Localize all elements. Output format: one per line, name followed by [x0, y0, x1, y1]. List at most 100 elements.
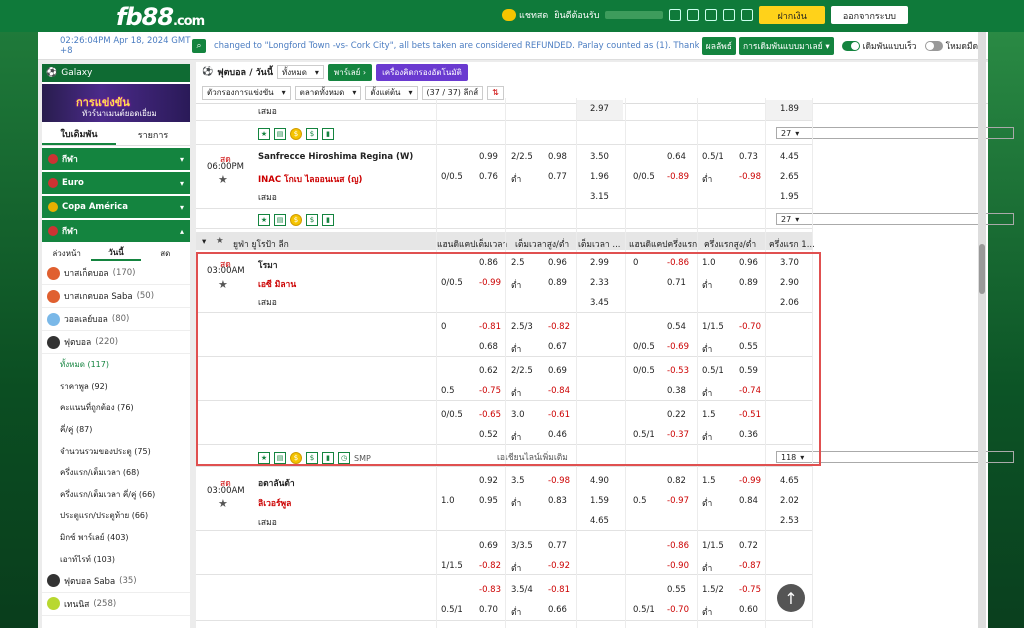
odds-cell[interactable]: 0/0.5 — [633, 366, 655, 376]
odds-cell[interactable]: ต่ำ — [702, 342, 712, 356]
submenu-item[interactable]: คะแนนที่ถูกต้อง (76) — [42, 397, 190, 419]
odds-cell[interactable]: 1/1.5 — [702, 322, 724, 332]
odds-cell[interactable]: 0/0.5 — [633, 342, 655, 352]
odds-cell[interactable]: -0.86 — [667, 258, 689, 268]
coin-icon[interactable]: $ — [290, 214, 302, 226]
odds-cell[interactable]: 2.65 — [780, 172, 799, 182]
odds-cell[interactable]: 0.5 — [441, 386, 455, 396]
odds-cell[interactable]: 0.77 — [548, 172, 567, 182]
odds-cell[interactable]: -0.92 — [548, 561, 570, 571]
fast-bet-toggle[interactable]: เดิมพันแบบเร็ว — [841, 39, 917, 53]
odds-cell[interactable]: -0.89 — [667, 172, 689, 182]
odds-cell[interactable]: -0.53 — [667, 366, 689, 376]
odds-cell[interactable]: ต่ำ — [702, 605, 712, 619]
odds-cell[interactable]: 2/2.5 — [511, 152, 533, 162]
odds-cell[interactable]: -0.87 — [739, 561, 761, 571]
subtab-live[interactable]: สด — [141, 247, 190, 260]
odds-cell[interactable]: ต่ำ — [511, 430, 521, 444]
odds-cell[interactable]: 0.67 — [548, 342, 567, 352]
favorite-star-icon[interactable]: ★ — [218, 173, 228, 186]
odds-cell[interactable]: -0.70 — [667, 605, 689, 615]
odds-cell[interactable]: 0.38 — [667, 386, 686, 396]
odds-cell[interactable]: 1.5/2 — [702, 585, 724, 595]
coin-icon[interactable]: $ — [290, 452, 302, 464]
odds-cell[interactable]: 0.5/1 — [702, 366, 724, 376]
odds-cell[interactable]: 0.66 — [548, 605, 567, 615]
odds-cell[interactable]: 2.53 — [780, 516, 799, 526]
odds-cell[interactable]: 1.89 — [780, 104, 799, 114]
odds-cell[interactable]: ต่ำ — [511, 172, 521, 186]
odds-cell[interactable]: 0.73 — [739, 152, 758, 162]
odds-cell[interactable]: 0.46 — [548, 430, 567, 440]
search-icon[interactable]: ⌕ — [192, 38, 206, 53]
odds-cell[interactable]: -0.86 — [667, 541, 689, 551]
odds-cell[interactable]: ต่ำ — [511, 496, 521, 510]
stats-icon[interactable]: ▤ — [274, 452, 286, 464]
galaxy-link[interactable]: ⚽ Galaxy — [42, 64, 190, 82]
odds-cell[interactable]: ต่ำ — [511, 605, 521, 619]
odds-cell[interactable]: ต่ำ — [702, 386, 712, 400]
odds-cell[interactable]: 1.5 — [702, 476, 716, 486]
odds-cell[interactable]: 3.50 — [590, 152, 609, 162]
odds-cell[interactable]: ต่ำ — [702, 278, 712, 292]
odds-cell[interactable]: -0.74 — [739, 386, 761, 396]
odds-cell[interactable]: -0.98 — [739, 172, 761, 182]
deposit-button[interactable]: ฝากเงิน — [759, 6, 825, 24]
odds-cell[interactable]: 0.89 — [739, 278, 758, 288]
tab-my-bets[interactable]: รายการ — [116, 124, 190, 145]
site-logo[interactable]: fb88.com — [116, 3, 205, 31]
collapse-icon[interactable]: ▾ — [202, 237, 206, 247]
odds-cell[interactable]: 0.76 — [479, 172, 498, 182]
odds-cell[interactable]: 2.06 — [780, 298, 799, 308]
odds-cell[interactable]: 0.77 — [548, 541, 567, 551]
dollar-icon[interactable]: $ — [306, 214, 318, 226]
odds-cell[interactable]: 0.54 — [667, 322, 686, 332]
menu-icon[interactable] — [741, 9, 754, 21]
odds-cell[interactable]: 0.70 — [479, 605, 498, 615]
odds-cell[interactable]: -0.97 — [667, 496, 689, 506]
odds-cell[interactable]: 3.5/4 — [511, 585, 533, 595]
odds-cell[interactable]: ต่ำ — [702, 172, 712, 186]
odds-cell[interactable]: 3/3.5 — [511, 541, 533, 551]
auto-filter-button[interactable]: เครื่องคิดกรองอัตโนมัติ — [376, 63, 468, 81]
chart-icon[interactable]: ▮ — [322, 452, 334, 464]
odds-cell[interactable]: 2/2.5 — [511, 366, 533, 376]
chart-icon[interactable]: ▮ — [322, 214, 334, 226]
odds-cell[interactable]: -0.65 — [479, 410, 501, 420]
market-filter-select[interactable]: ทั้งหมด ▾ — [276, 65, 324, 79]
odds-cell[interactable]: 2.90 — [780, 278, 799, 288]
sort-select[interactable]: ตั้งแต่ต้น ▾ — [365, 85, 418, 100]
odds-cell[interactable]: 1.0 — [441, 496, 455, 506]
submenu-item[interactable]: จำนวนรวมของประตู (75) — [42, 440, 190, 462]
odds-cell[interactable]: 0/0.5 — [441, 278, 463, 288]
odds-cell[interactable]: 0.5/1 — [441, 605, 463, 615]
favorite-league-icon[interactable]: ★ — [216, 236, 224, 246]
night-mode-toggle[interactable]: โหมดมืด — [924, 39, 978, 53]
odds-cell[interactable]: -0.37 — [667, 430, 689, 440]
odds-cell[interactable]: -0.82 — [548, 322, 570, 332]
results-button[interactable]: ผลลัพธ์ — [701, 36, 736, 55]
odds-cell[interactable]: 1.59 — [590, 496, 609, 506]
category-euro[interactable]: Euro ▾ — [42, 172, 190, 194]
odds-cell[interactable]: 0.52 — [479, 430, 498, 440]
submenu-item[interactable]: ครึ่งแรก/เต็มเวลา (68) — [42, 462, 190, 484]
chart-icon[interactable]: ▮ — [322, 128, 334, 140]
odds-cell[interactable]: 1.96 — [590, 172, 609, 182]
submenu-item[interactable]: เอาท์ไรท์ (103) — [42, 548, 190, 570]
odds-cell[interactable]: 0.69 — [479, 541, 498, 551]
odds-cell[interactable]: 2.5/3 — [511, 322, 533, 332]
odds-cell[interactable]: 0.89 — [548, 278, 567, 288]
sport-football[interactable]: ฟุตบอล (220) — [42, 331, 190, 354]
odds-cell[interactable]: 0/0.5 — [633, 172, 655, 182]
odds-cell[interactable]: 0.64 — [667, 152, 686, 162]
star-icon[interactable]: ★ — [258, 128, 270, 140]
subtab-today[interactable]: วันนี้ — [91, 246, 141, 261]
odds-cell[interactable]: 0.68 — [479, 342, 498, 352]
balance-icon[interactable] — [705, 9, 718, 21]
odds-cell[interactable]: 0.92 — [479, 476, 498, 486]
odds-cell[interactable]: 4.45 — [780, 152, 799, 162]
odds-cell[interactable]: 0.5/1 — [633, 430, 655, 440]
wallet-icon[interactable] — [669, 9, 682, 21]
odds-cell[interactable]: 0.82 — [667, 476, 686, 486]
odds-cell[interactable]: -0.84 — [548, 386, 570, 396]
